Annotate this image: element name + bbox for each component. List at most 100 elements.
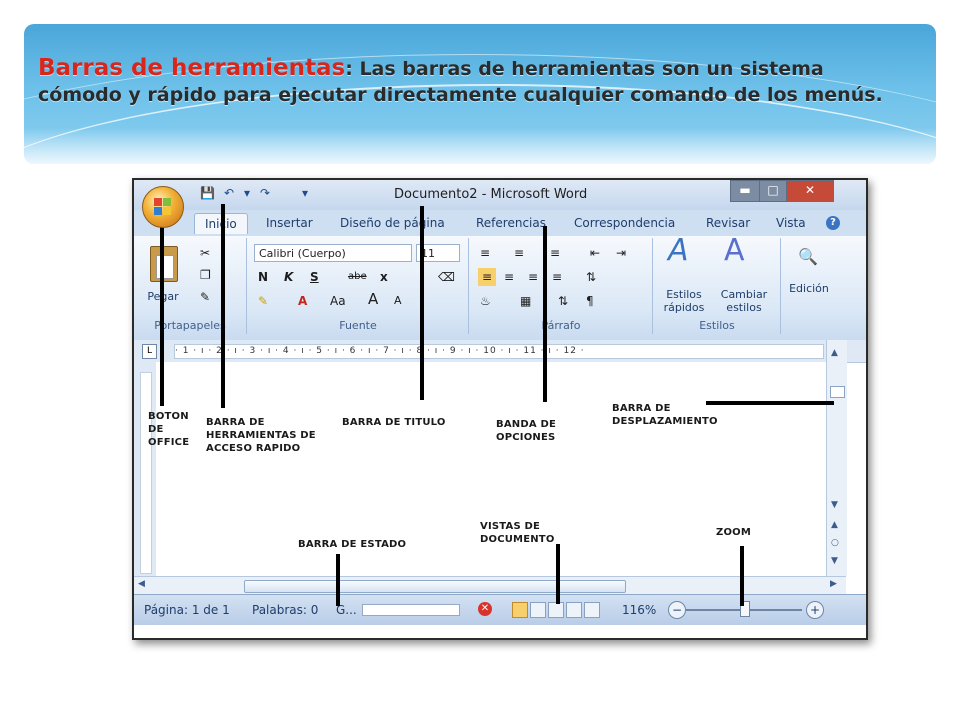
group-paragraph: ≡ ≡ ≡ ⇤ ⇥ ≡ ≡ ≡ ≡ ⇅ ♨ ▦ ⇅ ¶ Párrafo	[470, 238, 653, 334]
minimize-button[interactable]: ▬	[730, 180, 760, 202]
reading-view-icon[interactable]	[530, 602, 546, 618]
sort-icon[interactable]: ⇅	[558, 292, 568, 310]
shrink-font-button[interactable]: A	[394, 292, 402, 310]
label-quick-access: BARRA DE HERRAMIENTAS DE ACCESO RAPIDO	[206, 417, 316, 454]
ruler-ticks: · 1 · ı · 2 · ı · 3 · ı · 4 · ı · 5 · ı …	[174, 344, 824, 359]
horizontal-scroll-thumb[interactable]	[244, 580, 626, 593]
underline-button[interactable]: S	[310, 268, 319, 286]
ribbon-tabs: Inicio Insertar Diseño de página Referen…	[134, 210, 866, 236]
shading-icon[interactable]: ♨	[480, 292, 491, 310]
redo-icon[interactable]: ↷	[260, 186, 270, 200]
dropdown-icon[interactable]: ▾	[244, 186, 250, 200]
label-zoom: ZOOM	[716, 527, 752, 538]
line-spacing-icon[interactable]: ⇅	[586, 268, 596, 286]
tab-correspondencia[interactable]: Correspondencia	[574, 216, 675, 230]
zoom-level[interactable]: 116%	[622, 603, 656, 617]
vertical-ruler-strip	[140, 372, 152, 574]
horizontal-ruler: L · 1 · ı · 2 · ı · 3 · ı · 4 · ı · 5 · …	[134, 340, 866, 363]
align-right-icon[interactable]: ≡	[528, 268, 538, 286]
decrease-indent-icon[interactable]: ⇤	[590, 244, 600, 262]
change-styles-icon[interactable]: A	[724, 236, 745, 266]
close-button[interactable]: ✕	[786, 180, 834, 202]
group-label-clipboard: Portapapeles	[154, 319, 226, 332]
undo-icon[interactable]: ↶	[224, 186, 234, 200]
group-label-font: Fuente	[339, 319, 377, 332]
align-center-icon[interactable]: ≡	[504, 268, 514, 286]
bold-button[interactable]: N	[258, 268, 268, 286]
pointer-zoom	[740, 546, 744, 606]
font-color-icon[interactable]: A	[298, 292, 307, 310]
draft-view-icon[interactable]	[584, 602, 600, 618]
quick-styles-button[interactable]: Estilos rápidos	[656, 288, 712, 314]
bullets-icon[interactable]: ≡	[480, 244, 490, 262]
scroll-thumb[interactable]	[830, 386, 845, 398]
browse-object-icon[interactable]: ○	[831, 538, 839, 548]
strikethrough-button[interactable]: abe	[348, 268, 367, 286]
tab-selector-icon[interactable]: L	[142, 344, 157, 359]
print-layout-view-icon[interactable]	[512, 602, 528, 618]
editing-button[interactable]: Edición	[786, 282, 832, 295]
tab-diseno[interactable]: Diseño de página	[340, 216, 445, 230]
ribbon: Pegar ✂ ❐ ✎ Portapapeles Calibri (Cuerpo…	[134, 236, 866, 341]
numbering-icon[interactable]: ≡	[514, 244, 524, 262]
pointer-options	[543, 226, 547, 402]
status-bar: Página: 1 de 1 Palabras: 0 G... ✕ 116% −…	[134, 594, 866, 625]
clear-format-icon[interactable]: ⌫	[438, 268, 455, 286]
change-case-button[interactable]: Aa	[330, 292, 346, 310]
zoom-out-icon[interactable]: −	[668, 601, 686, 619]
slide-title: Barras de herramientas: Las barras de he…	[38, 55, 898, 108]
tab-revisar[interactable]: Revisar	[706, 216, 750, 230]
find-icon[interactable]: 🔍	[798, 248, 818, 266]
outline-view-icon[interactable]	[566, 602, 582, 618]
save-icon[interactable]: 💾	[200, 186, 215, 200]
italic-button[interactable]: K	[284, 268, 293, 286]
help-icon[interactable]: ?	[826, 216, 840, 230]
copy-icon[interactable]: ❐	[200, 266, 211, 284]
pointer-views	[556, 544, 560, 604]
word-screenshot: 💾 ↶ ▾ ↷ ▾ Documento2 - Microsoft Word ▬ …	[132, 178, 868, 640]
quick-styles-icon[interactable]: A	[668, 236, 689, 266]
web-layout-view-icon[interactable]	[548, 602, 564, 618]
pointer-title	[420, 206, 424, 400]
office-logo-icon	[154, 198, 172, 216]
scroll-left-icon[interactable]: ◀	[138, 579, 145, 589]
maximize-button[interactable]: □	[759, 180, 787, 202]
word-count[interactable]: Palabras: 0	[252, 603, 318, 617]
window-title: Documento2 - Microsoft Word	[394, 187, 588, 202]
label-office-button: BOTON DE OFFICE	[148, 411, 190, 448]
customize-toolbar-icon[interactable]: ▾	[302, 186, 308, 200]
paste-icon[interactable]	[150, 246, 178, 282]
show-marks-button[interactable]: ¶	[586, 292, 594, 310]
cancel-icon[interactable]: ✕	[478, 602, 492, 616]
font-name-combo[interactable]: Calibri (Cuerpo)	[254, 244, 412, 262]
slide-heading: Barras de herramientas	[38, 55, 346, 81]
justify-icon[interactable]: ≡	[552, 268, 562, 286]
cut-icon[interactable]: ✂	[200, 244, 210, 262]
highlight-icon[interactable]: ✎	[258, 292, 268, 310]
pointer-quick-access	[221, 204, 225, 408]
scroll-up-icon[interactable]: ▲	[831, 348, 838, 358]
borders-icon[interactable]: ▦	[520, 292, 531, 310]
format-painter-icon[interactable]: ✎	[200, 288, 210, 306]
scroll-right-icon[interactable]: ▶	[830, 579, 837, 589]
group-label-styles: Estilos	[699, 319, 735, 332]
office-button[interactable]	[142, 186, 184, 228]
tab-vista[interactable]: Vista	[776, 216, 806, 230]
increase-indent-icon[interactable]: ⇥	[616, 244, 626, 262]
next-page-icon[interactable]: ▼	[831, 556, 838, 566]
change-styles-button[interactable]: Cambiar estilos	[714, 288, 774, 314]
zoom-in-icon[interactable]: +	[806, 601, 824, 619]
page-count[interactable]: Página: 1 de 1	[144, 603, 230, 617]
align-left-icon[interactable]: ≡	[478, 268, 496, 286]
tab-referencias[interactable]: Referencias	[476, 216, 546, 230]
tab-insertar[interactable]: Insertar	[266, 216, 313, 230]
grow-font-button[interactable]: A	[368, 290, 378, 308]
multilevel-list-icon[interactable]: ≡	[550, 244, 560, 262]
group-font: Calibri (Cuerpo) 11 N K S abe x ✎ A Aa A…	[248, 238, 469, 334]
scroll-down-icon[interactable]: ▼	[831, 500, 838, 510]
subscript-button[interactable]: x	[380, 268, 388, 286]
vertical-scrollbar[interactable]: ▲ ▼ ▲ ○ ▼	[826, 340, 847, 576]
banner-fade	[24, 128, 936, 164]
pointer-status	[336, 554, 340, 606]
prev-page-icon[interactable]: ▲	[831, 520, 838, 530]
